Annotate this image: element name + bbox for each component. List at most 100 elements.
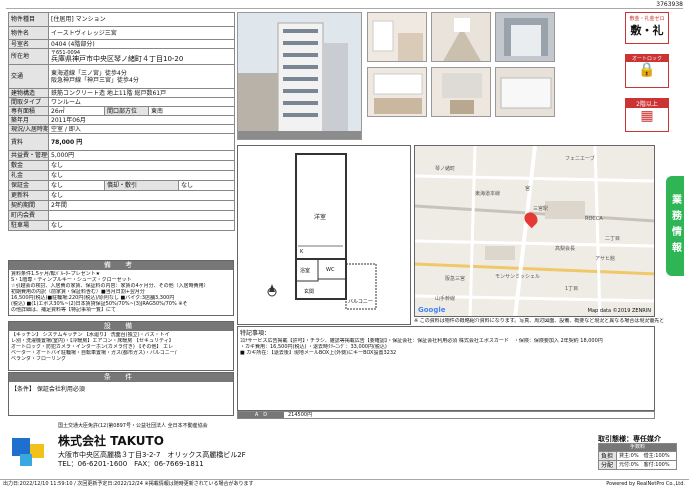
- name-value: イーストヴィレッジ三宮: [47, 26, 236, 40]
- deposit-label: 敷金: [8, 160, 49, 171]
- floorplan-kitchen-label: K: [300, 249, 304, 255]
- equipment-body: 【キッチン】 システムキッチン 【水廻り】 洗面台(独立)・バス・トイ レ別・洗濯…: [9, 331, 233, 363]
- ad-row: A D 214500円: [237, 411, 655, 419]
- deposit-value: なし: [47, 160, 236, 171]
- remarks-body: 賃料条件1.5ヶ月/転ﾊﾞﾙｰﾀｰプレゼント★ S・1階専・ディンプルキー・シュー…: [9, 270, 233, 314]
- map-disclaimer: ※ この資料は物件の概略紹介資料になります。写真、周辺図面、設備、概要など現況と…: [414, 318, 664, 324]
- company-contact: TEL：06-6201-1600 FAX：06-7669-1811: [58, 460, 204, 468]
- ad-value: 214500円: [288, 412, 313, 418]
- ad-label: A D: [238, 412, 284, 418]
- interior-photo-1: [367, 12, 427, 62]
- direction-value: 東南: [147, 106, 236, 116]
- fee-heading: 手数料: [597, 443, 678, 452]
- top-rule: [6, 8, 683, 9]
- fee-burden-label: 負担: [598, 451, 617, 461]
- rent-value: 78,000 円: [47, 133, 236, 151]
- notes-section: 特記事項： ｺﾛﾅサービス広告掲載【許可】・チラシ、雑誌等掲載広告【要確認】・保…: [237, 326, 655, 411]
- address-value: 兵庫県神戸市中央区琴ノ緒町４丁目10-20: [51, 55, 184, 63]
- parking-label: 駐車場: [8, 220, 49, 231]
- renewal-value: なし: [47, 190, 236, 201]
- map-place-label: 山手幹線: [435, 296, 456, 302]
- lock-icon: 🔒: [638, 62, 656, 78]
- company-name: 株式会社 TAKUTO: [58, 434, 164, 448]
- key-money-label: 礼金: [8, 170, 49, 181]
- status-value: 空室 / 即入: [47, 124, 236, 134]
- guarantee-label: 保証金: [8, 180, 49, 191]
- renewal-label: 更新料: [8, 190, 49, 201]
- map-copyright: Map data ©2019 ZENRIN: [587, 308, 651, 314]
- map-place-label: ROCCA: [585, 216, 603, 222]
- structure-label: 建物構造: [8, 88, 49, 98]
- floorplan-drawing: [267, 153, 377, 310]
- equipment-line: ベランダ・フローリング: [11, 356, 67, 362]
- floorplan-bath-label: 浴室: [300, 268, 311, 274]
- license-text: 国土交通大臣免許(12)第0897号・公益社団法人 全日本不動産協会: [58, 423, 208, 429]
- badge-no-deposit-label: 敷金・礼金ゼロ: [629, 16, 665, 22]
- status-label: 現況/入居時期: [8, 124, 49, 134]
- map-place-label: 宮: [525, 186, 531, 192]
- transit-label: 交通: [8, 64, 49, 89]
- map-panel[interactable]: フェニエーブ 琴ノ緒町 東海道本線 宮三宮駅 ROCCA 高梨会長 アサヒ館 阪急三宮 モンサン…: [414, 145, 655, 317]
- map-place-label: フェニエーブ: [565, 156, 595, 162]
- amortization-label: 償却・敷引: [104, 180, 179, 191]
- badge-no-deposit: 敷金・礼金ゼロ 敷・礼: [625, 12, 669, 44]
- map-place-label: 高梨会長: [555, 246, 576, 252]
- parking-value: なし: [47, 220, 236, 231]
- badge-autolock-label: オートロック: [626, 55, 668, 62]
- type-value: [住居用] マンション: [47, 12, 236, 27]
- room-label: 号室名: [8, 39, 49, 49]
- map-credit-logo: Google: [418, 306, 446, 314]
- map-place-label: モンサンミッシェル: [495, 274, 541, 280]
- conditions-section: 条 件 【条件】 保証会社利用必須: [8, 372, 234, 416]
- association-fee-value: [47, 210, 236, 221]
- map-place-label: 琴ノ緒町: [435, 166, 456, 172]
- floorplan-panel: 洋室 K 浴室 WC 玄関 バルコニー: [237, 145, 411, 325]
- badge-second-floor: 2階以上 ▦: [625, 98, 669, 132]
- business-info-tab[interactable]: 業務情報: [666, 176, 684, 276]
- type-label: 物件種目: [8, 12, 49, 27]
- built-label: 築年月: [8, 115, 49, 125]
- remarks-line: の他詳細は、補足資料等【特記事項一覧】にて: [11, 307, 117, 313]
- period-value: 2年間: [47, 200, 236, 211]
- interior-photo-2: [431, 12, 491, 62]
- fee-split-label: 分配: [598, 460, 617, 470]
- fee-table: 手数料 負担 貸主:0% 借主:100% 分配 元付:0% 客付:100%: [597, 443, 678, 470]
- property-table: 物件種目 [住居用] マンション 物件名 イーストヴィレッジ三宮 号室名 0404 (…: [8, 12, 236, 231]
- mgmt-label: 共益費・管理費: [8, 150, 49, 161]
- map-place-label: 三宮駅: [533, 206, 549, 212]
- transit-line-2: 阪急神戸線「神戸三宮」徒歩4分: [51, 76, 139, 84]
- notes-body: ｺﾛﾅサービス広告掲載【許可】・チラシ、雑誌等掲載広告【要確認】・保証会社：保証…: [238, 338, 654, 356]
- room-value: 0404 (4階部分): [47, 39, 236, 49]
- name-label: 物件名: [8, 26, 49, 40]
- association-fee-label: 町内会費: [8, 210, 49, 221]
- zero-stamp-icon: 敷・礼: [630, 24, 664, 37]
- conditions-heading: 条 件: [9, 373, 233, 382]
- notes-line: ■ カギ所在：【退去後】現地メールBOX上(外側)にキーBOX設置3232: [240, 350, 397, 356]
- layout-value: ワンルーム: [47, 97, 236, 107]
- interior-photo-3: [367, 67, 427, 117]
- transit-line-1: 東海道線「三ノ宮」徒歩4分: [51, 69, 127, 77]
- entrance-photo: [495, 12, 555, 62]
- amortization-value: なし: [177, 180, 236, 191]
- structure-value: 鉄筋コンクリート造 地上11階 総戸数61戸: [47, 88, 236, 98]
- floorplan-room-label: 洋室: [314, 214, 327, 221]
- map-place-label: 阪急三宮: [445, 276, 466, 282]
- map-place-label: 1丁目: [565, 286, 579, 292]
- fee-burden-value: 貸主:0% 借主:100%: [615, 451, 678, 461]
- floorplan-entrance-label: 玄関: [304, 289, 315, 295]
- fee-split-value: 元付:0% 客付:100%: [615, 460, 678, 470]
- guarantee-value: なし: [48, 180, 105, 191]
- badge-autolock: オートロック 🔒: [625, 54, 669, 88]
- equipment-heading: 設 備: [9, 322, 233, 331]
- address-label: 所在地: [8, 48, 49, 65]
- badge-second-floor-label: 2階以上: [626, 99, 668, 108]
- map-place-label: 二丁目: [605, 236, 621, 242]
- footer-left: 出力日:2022/12/10 11:59:10 / 次回更新予定日:2022/1…: [3, 481, 254, 487]
- company-logo: [12, 432, 54, 470]
- footer-rule: [0, 479, 689, 480]
- mgmt-value: 5,000円: [47, 150, 236, 161]
- conditions-text: 【条件】 保証会社利用必須: [11, 386, 85, 393]
- direction-label: 間口部方位: [104, 106, 149, 116]
- building-photo: [237, 12, 362, 140]
- interior-photo-4: [431, 67, 491, 117]
